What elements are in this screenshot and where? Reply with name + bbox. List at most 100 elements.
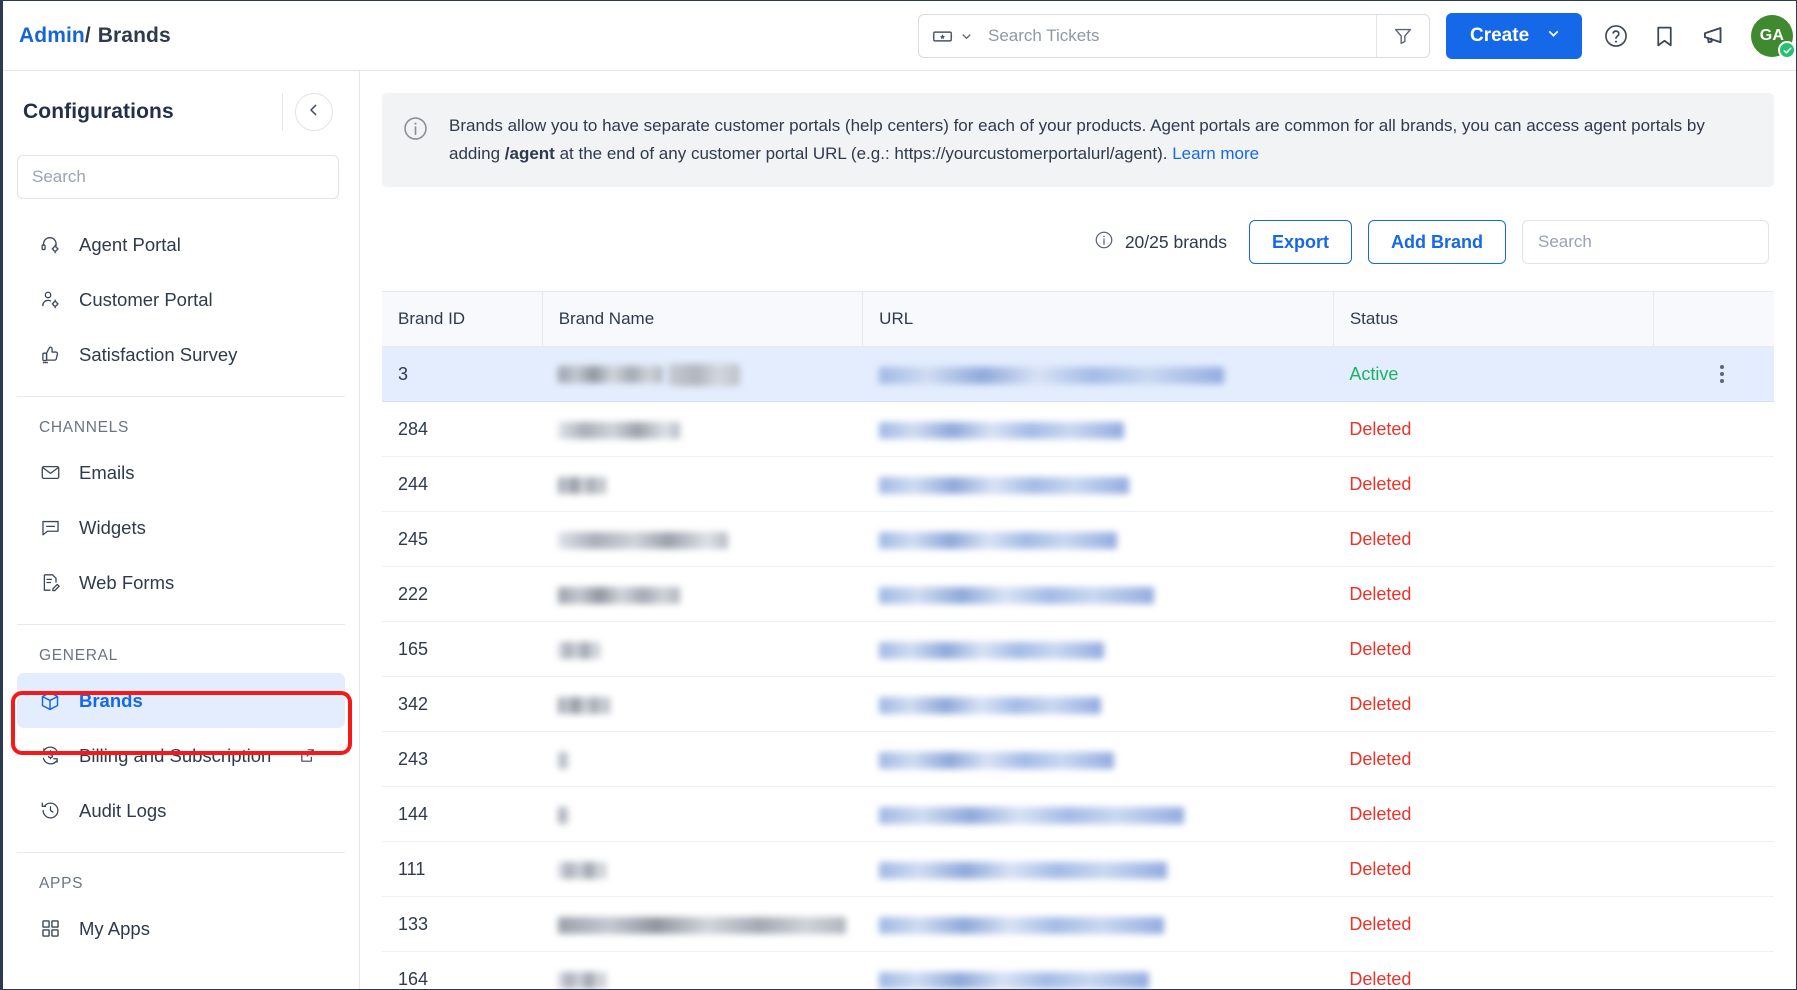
sidebar-search-input[interactable] <box>18 167 338 187</box>
add-brand-button[interactable]: Add Brand <box>1368 220 1506 265</box>
sidebar-item-label: Agent Portal <box>79 233 181 255</box>
sidebar-item-audit-logs[interactable]: Audit Logs <box>17 783 345 838</box>
table-search <box>1522 220 1769 265</box>
redacted-brand-name <box>558 421 681 439</box>
column-header-brand-id[interactable]: Brand ID <box>382 291 543 348</box>
sidebar-item-widgets[interactable]: Widgets <box>17 500 345 555</box>
table-row[interactable]: 222 Deleted <box>382 566 1774 623</box>
top-bar-icons: GA <box>1603 1 1796 71</box>
cell-actions <box>1653 401 1774 458</box>
help-circle-icon[interactable] <box>1603 23 1629 49</box>
table-row[interactable]: 165 Deleted <box>382 621 1774 678</box>
divider <box>282 93 283 131</box>
redacted-brand-name <box>558 476 607 494</box>
cell-actions <box>1653 676 1774 733</box>
status-badge-online <box>1778 41 1796 59</box>
column-header-brand-name[interactable]: Brand Name <box>542 291 864 348</box>
cell-status: Deleted <box>1333 511 1654 568</box>
cell-brand-id: 111 <box>382 841 543 898</box>
sidebar-item-billing-and-subscription[interactable]: Billing and Subscription <box>17 728 345 783</box>
cell-brand-name <box>542 566 863 623</box>
sidebar-collapse-button[interactable] <box>295 93 333 131</box>
sidebar-item-web-forms[interactable]: Web Forms <box>17 555 345 610</box>
redacted-url <box>878 531 1117 549</box>
info-circle-icon <box>402 115 429 147</box>
row-actions-menu-button[interactable] <box>1670 365 1774 384</box>
cell-status: Deleted <box>1333 621 1654 678</box>
redacted-brand-name <box>558 806 569 824</box>
sidebar-item-label: Web Forms <box>79 571 175 593</box>
cell-brand-id: 164 <box>382 951 543 989</box>
sidebar-item-brands[interactable]: Brands <box>17 673 345 728</box>
chevron-down-icon[interactable] <box>959 29 974 44</box>
column-header-status[interactable]: Status <box>1333 291 1655 348</box>
sidebar-item-label: Satisfaction Survey <box>79 343 238 365</box>
table-row[interactable]: 164 Deleted <box>382 951 1774 989</box>
learn-more-link[interactable]: Learn more <box>1172 144 1259 163</box>
search-input[interactable] <box>988 26 1376 46</box>
cell-brand-id: 222 <box>382 566 543 623</box>
form-edit-icon <box>39 572 61 593</box>
filter-funnel-icon[interactable] <box>1377 15 1429 57</box>
sidebar-header: Configurations <box>3 71 359 137</box>
sidebar-search <box>17 155 339 199</box>
avatar[interactable]: GA <box>1751 15 1796 59</box>
table-row[interactable]: 284 Deleted <box>382 401 1774 458</box>
sidebar-item-customer-portal[interactable]: Customer Portal <box>17 272 345 327</box>
table-row[interactable]: 244 Deleted <box>382 456 1774 513</box>
sidebar-item-my-apps[interactable]: My Apps <box>17 901 345 956</box>
redacted-url <box>878 861 1167 879</box>
cell-status: Deleted <box>1333 401 1654 458</box>
redacted-brand-name <box>558 696 611 714</box>
table-row[interactable]: 111 Deleted <box>382 841 1774 898</box>
cell-actions <box>1653 896 1774 953</box>
cell-url <box>862 401 1334 458</box>
cell-actions <box>1653 346 1774 403</box>
sidebar-item-emails[interactable]: Emails <box>17 445 345 500</box>
column-header-url[interactable]: URL <box>862 291 1334 348</box>
table-row[interactable]: 243 Deleted <box>382 731 1774 788</box>
ticket-icon[interactable] <box>932 26 953 47</box>
cell-url <box>862 621 1334 678</box>
table-row[interactable]: 133 Deleted <box>382 896 1774 953</box>
body: Configurations Search Agent Portal Custo… <box>3 71 1796 989</box>
dot <box>1719 379 1724 384</box>
sidebar-nav: Agent Portal Customer Portal Satisfactio… <box>3 217 359 956</box>
table-row[interactable]: 245 Deleted <box>382 511 1774 568</box>
cell-brand-name <box>542 621 863 678</box>
sidebar-item-agent-portal[interactable]: Agent Portal <box>17 217 345 272</box>
table-row[interactable]: 342 Deleted <box>382 676 1774 733</box>
sidebar-group-general: GENERAL <box>39 647 118 664</box>
cell-brand-name <box>542 786 863 843</box>
sidebar-item-label: Widgets <box>79 516 146 538</box>
cell-actions <box>1653 566 1774 623</box>
sidebar: Configurations Search Agent Portal Custo… <box>3 71 360 989</box>
redacted-brand-name <box>558 641 601 659</box>
info-circle-icon[interactable] <box>1094 230 1114 255</box>
sidebar-group-apps: APPS <box>39 875 84 892</box>
cell-brand-name <box>542 346 863 403</box>
breadcrumb-current: Brands <box>97 23 171 47</box>
global-search-bar <box>918 14 1430 58</box>
cell-actions <box>1653 731 1774 788</box>
bookmark-icon[interactable] <box>1652 24 1677 49</box>
export-button[interactable]: Export <box>1248 220 1352 265</box>
breadcrumb-admin[interactable]: Admin <box>19 24 85 48</box>
table-row[interactable]: 144 Deleted <box>382 786 1774 843</box>
sidebar-item-satisfaction-survey[interactable]: Satisfaction Survey <box>17 327 345 382</box>
megaphone-icon[interactable] <box>1700 22 1728 50</box>
cell-url <box>862 511 1334 568</box>
top-bar: Admin / Brands Search Tickets Create GA <box>3 1 1796 71</box>
cell-url <box>862 456 1334 513</box>
brand-count-label: 20/25 brands <box>1124 231 1227 252</box>
cell-brand-name <box>542 511 863 568</box>
cell-url <box>862 896 1334 953</box>
cell-status: Deleted <box>1333 566 1654 623</box>
create-button[interactable]: Create <box>1446 13 1583 59</box>
cell-brand-id: 243 <box>382 731 543 788</box>
table-search-input[interactable] <box>1523 232 1768 253</box>
cube-icon <box>39 690 61 712</box>
table-row[interactable]: 3 Active <box>382 346 1774 403</box>
cell-brand-id: 284 <box>382 401 543 458</box>
cell-status: Deleted <box>1333 841 1654 898</box>
